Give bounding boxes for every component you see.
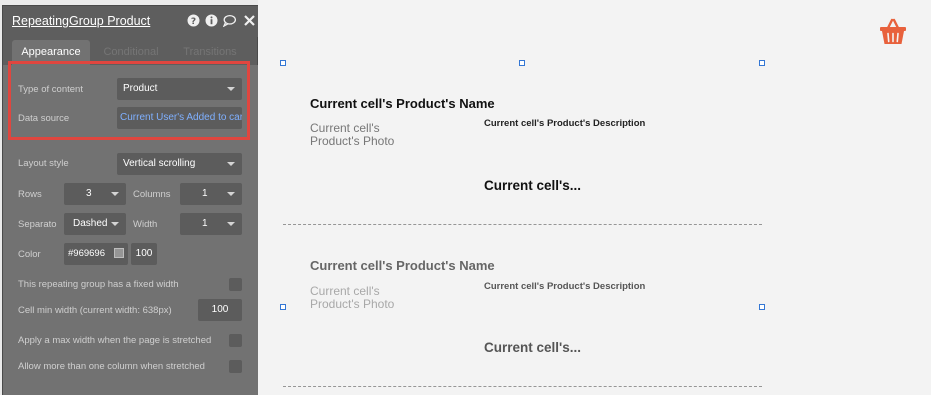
chevron-down-icon xyxy=(227,162,235,166)
info-icon[interactable] xyxy=(205,14,218,27)
fixed-width-label: This repeating group has a fixed width xyxy=(18,279,179,290)
product-photo-placeholder: Current cell's Product's Photo xyxy=(310,284,395,311)
width-value: 1 xyxy=(202,218,208,229)
chevron-down-icon xyxy=(111,192,119,196)
color-swatch[interactable] xyxy=(114,248,124,258)
data-source-label: Data source xyxy=(18,113,70,124)
svg-text:?: ? xyxy=(191,17,196,27)
fixed-width-checkbox[interactable] xyxy=(229,278,242,291)
rows-value: 3 xyxy=(86,188,92,199)
chevron-down-icon xyxy=(227,192,235,196)
panel-header: RepeatingGroup Product ? xyxy=(3,6,259,37)
comment-icon[interactable] xyxy=(223,14,236,27)
design-canvas[interactable] xyxy=(258,0,931,395)
layout-style-value: Vertical scrolling xyxy=(123,158,196,169)
product-name-text[interactable]: Current cell's Product's Name xyxy=(310,96,495,111)
columns-dropdown[interactable]: 1 xyxy=(180,183,242,205)
separator-label: Separato xyxy=(18,219,57,230)
multi-column-stretched-label: Allow more than one column when stretche… xyxy=(18,361,205,372)
rows-label: Rows xyxy=(18,189,42,200)
layout-style-dropdown[interactable]: Vertical scrolling xyxy=(117,153,242,175)
layout-style-label: Layout style xyxy=(18,158,69,169)
type-of-content-dropdown[interactable]: Product xyxy=(117,78,242,100)
product-description-text[interactable]: Current cell's Product's Description xyxy=(484,118,645,129)
separator-value: Dashed xyxy=(73,218,108,229)
width-label: Width xyxy=(133,219,158,230)
resize-handle[interactable] xyxy=(759,304,765,310)
resize-handle[interactable] xyxy=(280,60,286,66)
max-width-stretched-label: Apply a max width when the page is stret… xyxy=(18,335,212,346)
separator-dropdown[interactable]: Dashed xyxy=(64,213,126,235)
color-opacity-field[interactable]: 100 xyxy=(131,243,157,265)
cell-min-width-field[interactable]: 100 xyxy=(198,299,242,321)
chevron-down-icon xyxy=(111,222,119,226)
panel-title[interactable]: RepeatingGroup Product xyxy=(12,14,150,28)
type-of-content-label: Type of content xyxy=(18,84,83,95)
product-price-text[interactable]: Current cell's... xyxy=(484,178,581,193)
cell-separator xyxy=(283,386,762,387)
color-label: Color xyxy=(18,249,41,260)
product-price-text: Current cell's... xyxy=(484,340,581,355)
shopping-basket-icon[interactable] xyxy=(879,18,907,45)
product-description-text: Current cell's Product's Description xyxy=(484,281,646,292)
product-name-text: Current cell's Product's Name xyxy=(310,258,495,273)
width-dropdown[interactable]: 1 xyxy=(180,213,242,235)
help-icon[interactable]: ? xyxy=(187,14,200,27)
chevron-down-icon xyxy=(227,222,235,226)
data-source-field[interactable]: Current User's Added to cart xyxy=(117,107,242,129)
max-width-stretched-checkbox[interactable] xyxy=(229,334,242,347)
chevron-down-icon xyxy=(227,87,235,91)
columns-value: 1 xyxy=(202,188,208,199)
columns-label: Columns xyxy=(133,189,171,200)
cell-separator xyxy=(283,224,762,225)
rows-dropdown[interactable]: 3 xyxy=(64,183,126,205)
cell-min-width-label: Cell min width (current width: 638px) xyxy=(18,305,172,316)
multi-column-stretched-checkbox[interactable] xyxy=(229,360,242,373)
resize-handle[interactable] xyxy=(759,60,765,66)
resize-handle[interactable] xyxy=(519,60,525,66)
product-photo-placeholder[interactable]: Current cell's Product's Photo xyxy=(310,122,410,148)
resize-handle[interactable] xyxy=(280,304,286,310)
type-of-content-value: Product xyxy=(123,83,158,94)
close-icon[interactable] xyxy=(243,14,256,27)
